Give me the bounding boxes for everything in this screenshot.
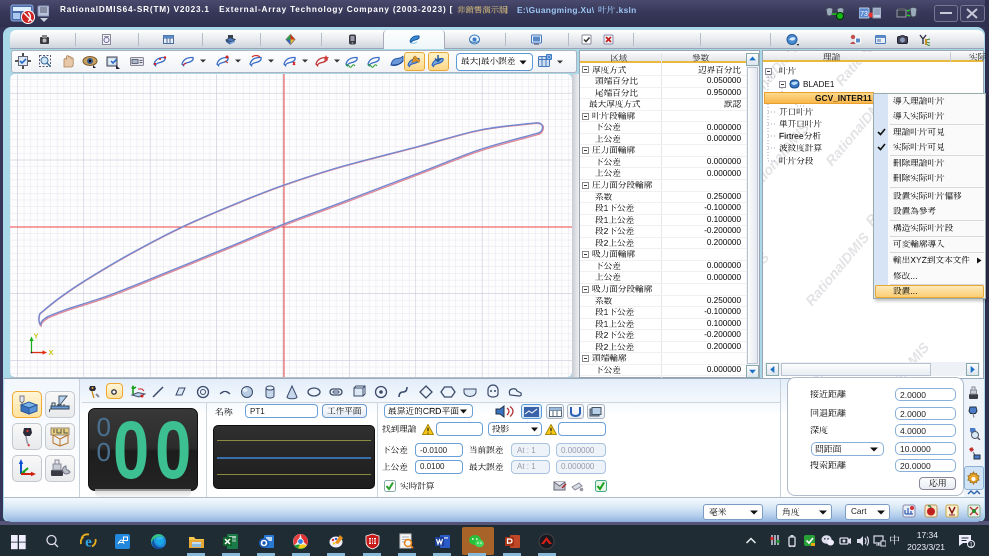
svg-text:73: 73 xyxy=(860,11,868,18)
svg-text:Y: Y xyxy=(34,332,39,341)
svg-text:D: D xyxy=(547,55,551,61)
svg-text:1: 1 xyxy=(969,542,973,549)
svg-text:e: e xyxy=(85,535,92,551)
svg-text:X: X xyxy=(49,348,54,357)
